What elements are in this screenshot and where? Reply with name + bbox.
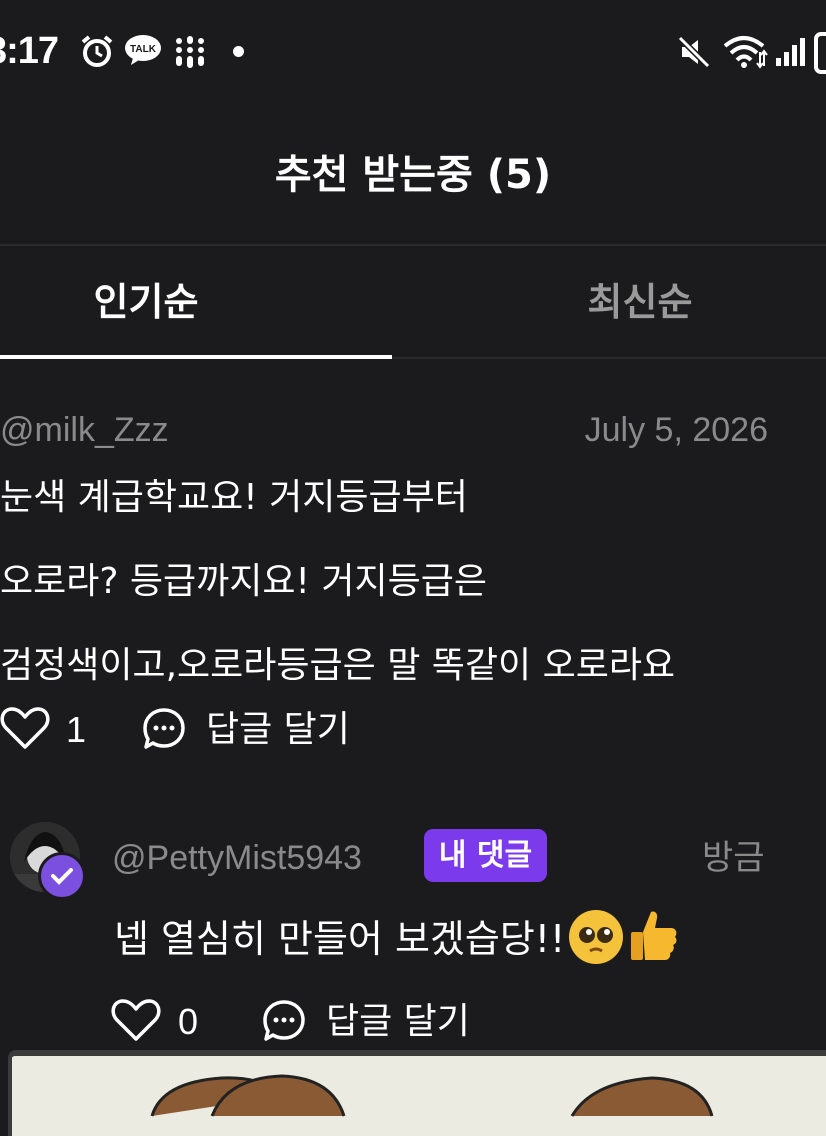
comment-username[interactable]: @milk_Zzz: [0, 408, 169, 452]
like-count: 1: [66, 709, 87, 750]
tab-popular[interactable]: 인기순: [0, 276, 392, 336]
tab-divider: [392, 357, 826, 359]
page-title: 추천 받는중 (5): [274, 152, 552, 198]
comment-time: 방금: [702, 838, 765, 878]
heart-icon[interactable]: [0, 706, 50, 750]
signal-icon: [776, 38, 805, 66]
dot-icon: [233, 46, 244, 57]
verified-badge-icon: [38, 852, 86, 900]
comment-line: 검정색이고,오로라등급은 말 똑같이 오로라요: [0, 645, 676, 686]
reply-icon[interactable]: [261, 998, 307, 1044]
wifi-icon: [723, 36, 768, 69]
tab-popular-label: 인기순: [93, 280, 199, 324]
tab-active-indicator: [0, 355, 392, 359]
reply-icon[interactable]: [141, 706, 187, 752]
reply-button[interactable]: 답글 달기: [206, 708, 350, 752]
talk-icon: TALK: [124, 34, 162, 65]
comment-text: 넵 열심히 만들어 보겠습당!!: [114, 917, 566, 961]
alarm-icon: [81, 35, 113, 67]
heart-icon[interactable]: [111, 998, 161, 1042]
comment-body: 넵 열심히 만들어 보겠습당!!: [114, 908, 679, 964]
status-time: 3:17: [0, 30, 59, 72]
comment-line: 눈색 계급학교요! 거지등급부터: [0, 477, 468, 518]
mute-icon: [677, 35, 711, 69]
reply-button[interactable]: 답글 달기: [326, 1000, 470, 1044]
battery-icon: [814, 32, 826, 74]
thumbs-up-icon: [627, 908, 679, 964]
activity-icon: [176, 36, 204, 68]
image-preview[interactable]: [8, 1050, 826, 1136]
tab-latest[interactable]: 최신순: [445, 276, 826, 336]
header-divider: [0, 244, 826, 246]
comment-username[interactable]: @PettyMist5943: [112, 836, 362, 880]
tab-latest-label: 최신순: [587, 280, 693, 324]
comment-body: 눈색 계급학교요! 거지등급부터 오로라? 등급까지요! 거지등급은 검정색이고…: [0, 476, 826, 728]
comment-date: July 5, 2026: [584, 411, 768, 449]
like-count: 0: [178, 1001, 199, 1042]
my-comment-badge: 내 댓글: [424, 829, 547, 882]
pleading-face-icon: [569, 910, 624, 964]
talk-label: TALK: [130, 44, 157, 55]
comment-line: 오로라? 등급까지요! 거지등급은: [0, 561, 487, 602]
